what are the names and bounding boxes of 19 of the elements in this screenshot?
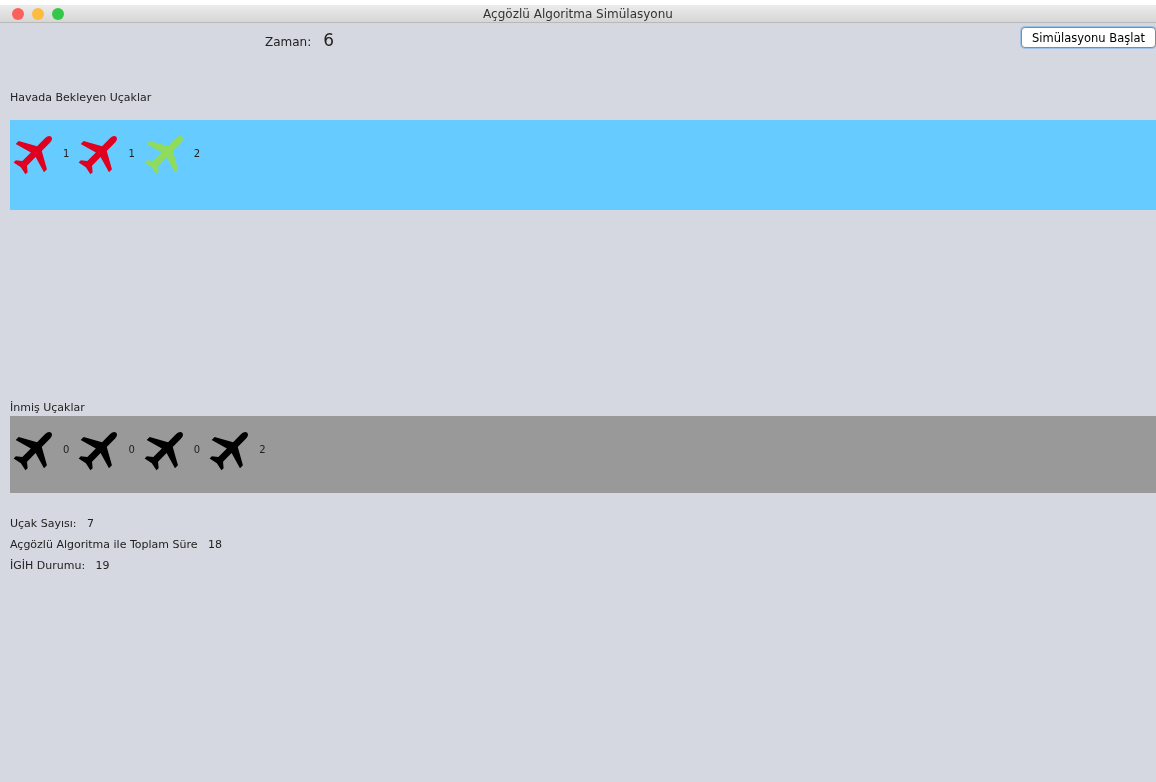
start-simulation-button[interactable]: Simülasyonu Başlat — [1021, 27, 1156, 48]
section-title: Havada Bekleyen Uçaklar — [10, 91, 153, 104]
plane-count: 0 — [193, 443, 201, 455]
plane-count: 1 — [63, 147, 70, 159]
stat-line: İGİH Durumu: 19 — [10, 559, 111, 574]
zoom-button[interactable] — [52, 8, 64, 20]
plane-count: 2 — [193, 147, 201, 159]
section-title: İnmiş Uçaklar — [10, 401, 86, 414]
close-button[interactable] — [12, 8, 24, 20]
stat-line: Açgözlü Algoritma ile Toplam Süre 18 — [10, 538, 223, 553]
plane-count: 1 — [128, 147, 135, 159]
stat-line: Uçak Sayısı: 7 — [10, 517, 95, 532]
plane-count: 2 — [259, 443, 266, 455]
minimize-button[interactable] — [32, 8, 44, 20]
time-value: 6 — [323, 30, 335, 50]
time-label: Zaman: — [265, 35, 312, 49]
plane-count: 0 — [63, 443, 70, 455]
window-title: Açgözlü Algoritma Simülasyonu — [483, 6, 673, 21]
plane-count: 0 — [128, 443, 135, 455]
